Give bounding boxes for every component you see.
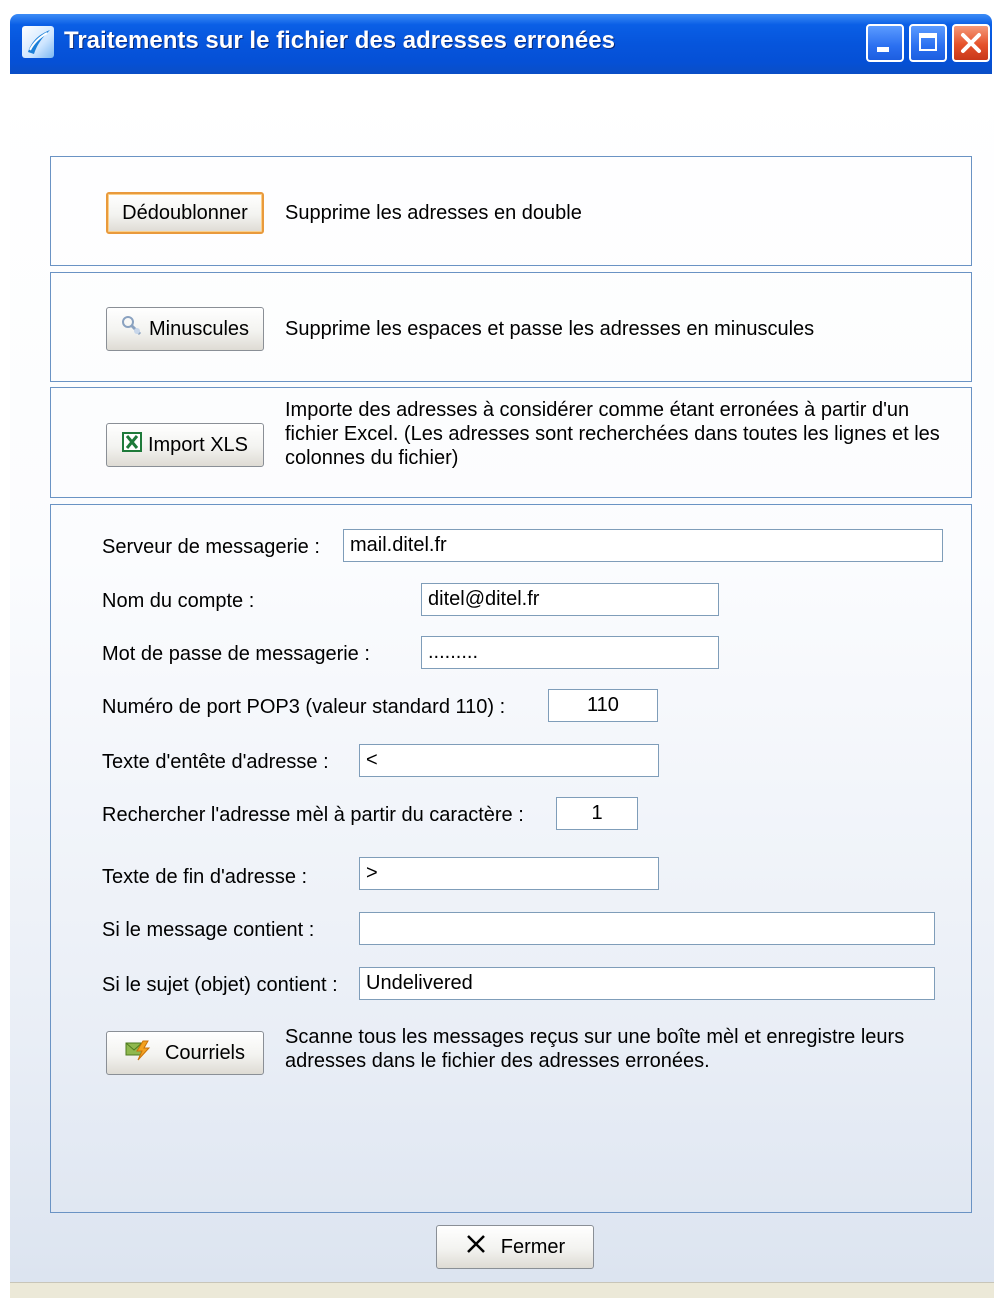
close-button-label: Fermer	[500, 1235, 566, 1258]
dedup-button-label: Dédoublonner	[122, 201, 248, 224]
password-label: Mot de passe de messagerie :	[102, 643, 370, 665]
close-icon	[961, 33, 981, 53]
lowercase-description: Supprime les espaces et passe les adress…	[285, 318, 815, 340]
port-label: Numéro de port POP3 (valeur standard 110…	[102, 696, 506, 718]
close-button[interactable]: Fermer	[436, 1225, 594, 1269]
subject-contains-input[interactable]	[359, 967, 935, 1000]
dedup-description: Supprime les adresses en double	[285, 202, 582, 224]
header-text-input[interactable]	[359, 744, 659, 777]
lowercase-button-label: Minuscules	[148, 317, 250, 340]
excel-icon	[121, 432, 142, 458]
start-char-label: Rechercher l'adresse mèl à partir du car…	[102, 804, 524, 826]
server-input[interactable]	[343, 529, 943, 562]
subject-contains-label: Si le sujet (objet) contient :	[102, 974, 338, 996]
status-bar	[10, 1282, 994, 1298]
port-input[interactable]	[548, 689, 658, 722]
server-label: Serveur de messagerie :	[102, 536, 320, 558]
mail-settings-group: Serveur de messagerie : Nom du compte : …	[50, 504, 972, 1213]
window-title: Traitements sur le fichier des adresses …	[64, 27, 615, 54]
message-contains-label: Si le message contient :	[102, 919, 315, 941]
import-xls-description: Importe des adresses à considérer comme …	[285, 399, 940, 469]
lowercase-group: Minuscules Supprime les espaces et passe…	[50, 272, 972, 382]
header-text-label: Texte d'entête d'adresse :	[102, 751, 329, 773]
end-text-label: Texte de fin d'adresse :	[102, 866, 308, 888]
dialog-window: Traitements sur le fichier des adresses …	[0, 0, 997, 1298]
close-x-icon	[465, 1233, 487, 1261]
account-label: Nom du compte :	[102, 590, 255, 612]
dedup-group: Dédoublonner Supprime les adresses en do…	[50, 156, 972, 266]
dedup-button[interactable]: Dédoublonner	[106, 192, 264, 234]
minimize-button[interactable]	[866, 24, 904, 62]
end-text-input[interactable]	[359, 857, 659, 890]
maximize-icon	[919, 33, 937, 51]
wrench-icon	[121, 315, 143, 343]
emails-description: Scanne tous les messages reçus sur une b…	[285, 1026, 905, 1072]
message-contains-input[interactable]	[359, 912, 935, 945]
lowercase-button[interactable]: Minuscules	[106, 307, 264, 351]
app-icon	[22, 26, 54, 58]
minimize-icon	[877, 47, 889, 52]
client-area: Dédoublonner Supprime les adresses en do…	[10, 74, 994, 1282]
import-xls-button-label: Import XLS	[147, 433, 249, 456]
account-input[interactable]	[421, 583, 719, 616]
title-bar[interactable]: Traitements sur le fichier des adresses …	[10, 14, 992, 74]
email-lightning-icon	[125, 1039, 151, 1067]
close-window-button[interactable]	[952, 24, 990, 62]
emails-button-label: Courriels	[164, 1041, 246, 1064]
password-input[interactable]	[421, 636, 719, 669]
emails-button[interactable]: Courriels	[106, 1031, 264, 1075]
maximize-button[interactable]	[909, 24, 947, 62]
import-xls-button[interactable]: Import XLS	[106, 423, 264, 467]
import-xls-group: Import XLS Importe des adresses à consid…	[50, 387, 972, 498]
start-char-input[interactable]	[556, 797, 638, 830]
